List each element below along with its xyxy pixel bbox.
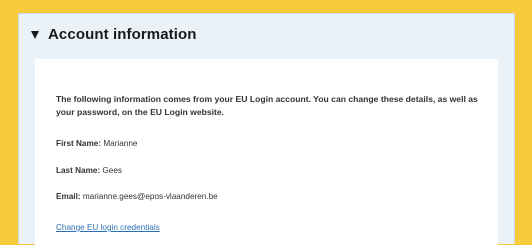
page: { "section": { "title": "Account informa… (0, 0, 532, 245)
first-name-field: First Name: Marianne (56, 139, 137, 148)
first-name-label: First Name: (56, 139, 102, 148)
first-name-value: Marianne (103, 139, 138, 148)
last-name-field: Last Name: Gees (56, 166, 122, 175)
last-name-label: Last Name: (56, 166, 101, 175)
account-information-panel: Account information The following inform… (18, 13, 515, 245)
change-eu-login-credentials-link[interactable]: Change EU login credentials (56, 223, 160, 232)
account-information-toggle[interactable]: Account information (31, 23, 197, 45)
email-field: Email: marianne.gees@epos-vlaanderen.be (56, 192, 218, 201)
panel-title: Account information (48, 25, 197, 43)
email-label: Email: (56, 192, 81, 201)
last-name-value: Gees (102, 166, 122, 175)
triangle-down-icon (31, 30, 39, 39)
intro-text: The following information comes from you… (56, 94, 478, 117)
account-details-card: The following information comes from you… (35, 59, 498, 245)
email-value: marianne.gees@epos-vlaanderen.be (82, 192, 218, 201)
